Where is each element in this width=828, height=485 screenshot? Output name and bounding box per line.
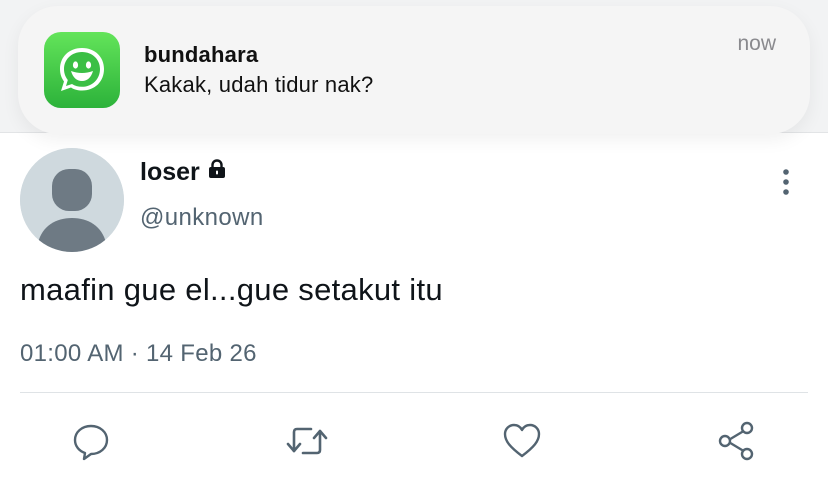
default-avatar-icon [20, 148, 124, 252]
vertical-ellipsis-icon[interactable] [770, 164, 802, 200]
display-name-text: loser [140, 158, 200, 186]
tweet-text: maafin gue el...gue setakut itu [20, 272, 443, 307]
display-name[interactable]: loser [140, 158, 228, 187]
messaging-app-smiley-icon [44, 32, 120, 108]
tweet-timestamp[interactable]: 01:00 AM · 14 Feb 26 [20, 340, 257, 368]
avatar[interactable] [20, 148, 124, 252]
notification-message: Kakak, udah tidur nak? [144, 72, 374, 97]
notification-time: now [737, 32, 776, 55]
divider [20, 392, 808, 393]
like-icon[interactable] [501, 420, 543, 462]
retweet-icon[interactable] [284, 420, 330, 462]
lock-icon [206, 158, 228, 187]
notification-title: bundahara [144, 42, 259, 67]
username[interactable]: @unknown [140, 204, 264, 232]
notification-banner[interactable]: bundahara Kakak, udah tidur nak? now [18, 6, 810, 134]
reply-icon[interactable] [70, 420, 112, 462]
share-icon[interactable] [716, 420, 758, 462]
